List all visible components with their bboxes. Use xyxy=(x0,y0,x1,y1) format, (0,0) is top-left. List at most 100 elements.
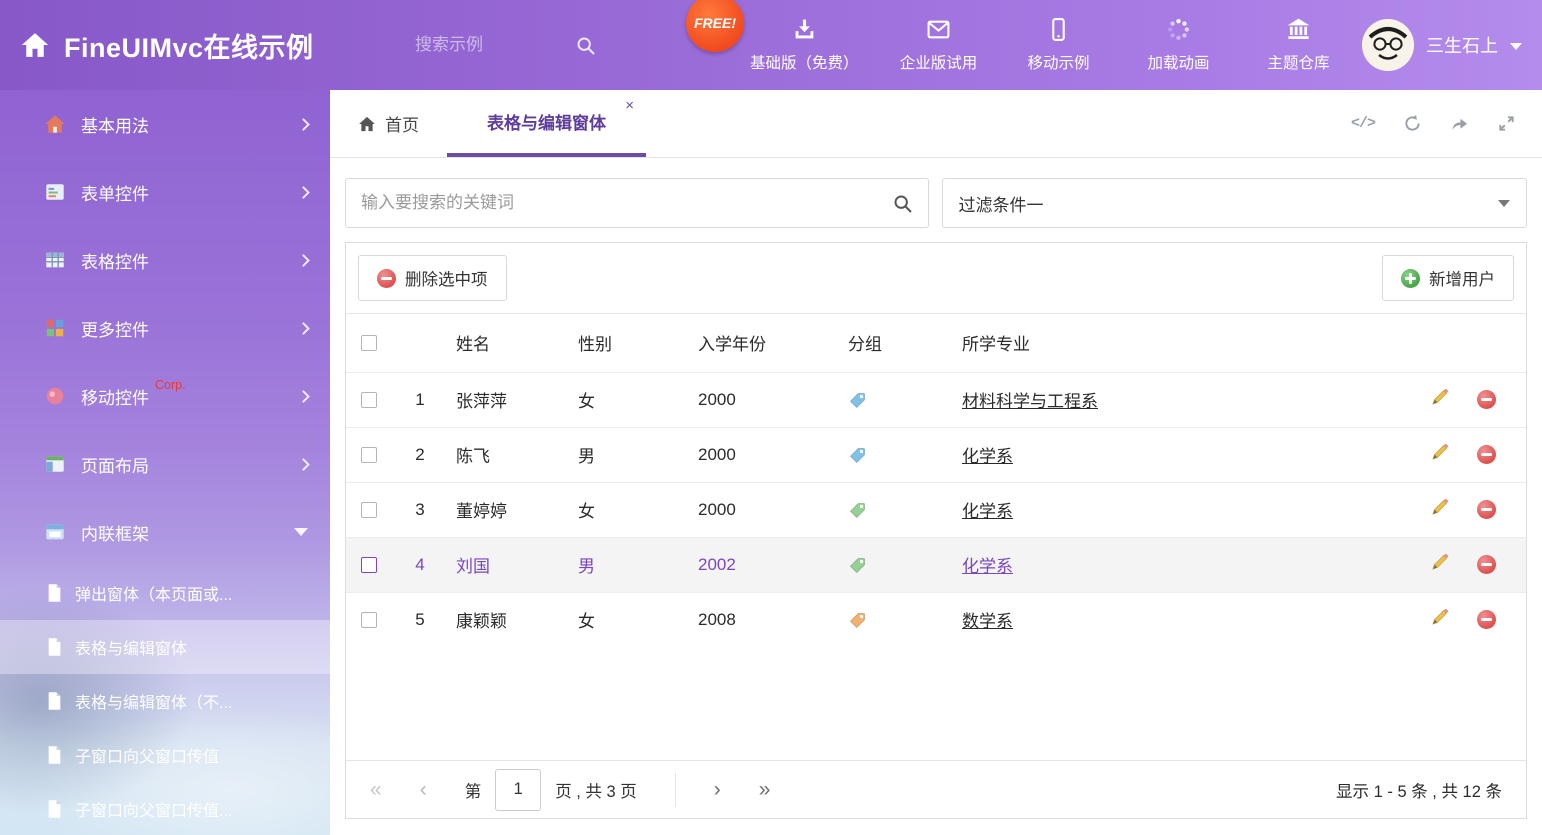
delete-row-icon[interactable] xyxy=(1477,445,1496,464)
major-link[interactable]: 化学系 xyxy=(962,447,1013,466)
file-icon xyxy=(46,799,63,819)
row-checkbox[interactable] xyxy=(361,557,377,573)
sidebar-item-form-controls[interactable]: 表单控件 xyxy=(0,158,330,226)
layout-icon xyxy=(44,453,66,475)
refresh-icon[interactable] xyxy=(1403,114,1422,133)
table-row[interactable]: 4 刘国 男 2002 化学系 xyxy=(346,537,1526,592)
house-icon xyxy=(44,113,66,135)
table-row[interactable]: 3 董婷婷 女 2000 化学系 xyxy=(346,482,1526,537)
last-page-button[interactable]: » xyxy=(759,779,771,800)
sidebar-subitem-grid-edit-window-no[interactable]: 表格与编辑窗体（不... xyxy=(0,674,330,728)
source-code-icon[interactable]: </> xyxy=(1351,115,1375,132)
table-row[interactable]: 1 张萍萍 女 2000 材料科学与工程系 xyxy=(346,372,1526,427)
sidebar-subitem-popup-window[interactable]: 弹出窗体（本页面或... xyxy=(0,566,330,620)
spinner-icon xyxy=(1166,17,1191,42)
delete-row-icon[interactable] xyxy=(1477,610,1496,629)
sidebar-subitem-child-to-parent[interactable]: 子窗口向父窗口传值 xyxy=(0,728,330,782)
tag-icon xyxy=(848,446,867,465)
row-index: 1 xyxy=(398,372,442,427)
tab-grid-edit-window[interactable]: 表格与编辑窗体 × xyxy=(447,90,646,157)
sidebar-item-label: 表单控件 xyxy=(81,180,149,205)
search-icon[interactable] xyxy=(575,35,596,56)
delete-row-icon[interactable] xyxy=(1477,390,1496,409)
col-header-gender: 性别 xyxy=(564,314,684,372)
nav-item-enterprise-trial[interactable]: 企业版试用 xyxy=(891,17,987,73)
close-icon[interactable]: × xyxy=(625,98,634,113)
avatar xyxy=(1362,19,1414,71)
chevron-right-icon xyxy=(297,390,310,403)
delete-selected-label: 删除选中项 xyxy=(405,266,488,290)
sidebar-subitem-label: 表格与编辑窗体 xyxy=(75,635,187,659)
sidebar-subitem-label: 表格与编辑窗体（不... xyxy=(75,689,232,713)
delete-row-icon[interactable] xyxy=(1477,555,1496,574)
fullscreen-icon[interactable] xyxy=(1497,114,1516,133)
grid-toolbar: 删除选中项 新增用户 xyxy=(346,243,1526,314)
next-page-button[interactable]: › xyxy=(714,779,721,800)
edit-icon[interactable] xyxy=(1430,497,1450,522)
first-page-button[interactable]: « xyxy=(370,779,382,800)
row-checkbox[interactable] xyxy=(361,447,377,463)
sidebar-item-inline-frame[interactable]: 内联框架 xyxy=(0,498,330,566)
select-all-checkbox[interactable] xyxy=(361,335,377,351)
share-icon[interactable] xyxy=(1450,114,1469,133)
chevron-right-icon xyxy=(297,458,310,471)
prev-page-button[interactable]: ‹ xyxy=(420,779,427,800)
major-link[interactable]: 化学系 xyxy=(962,502,1013,521)
nav-item-basic-free[interactable]: 基础版（免费） xyxy=(742,17,867,73)
delete-row-icon[interactable] xyxy=(1477,500,1496,519)
table-row[interactable]: 5 康颖颖 女 2008 数学系 xyxy=(346,592,1526,647)
sidebar-subitem-child-to-parent-2[interactable]: 子窗口向父窗口传值... xyxy=(0,782,330,835)
header-search-input[interactable] xyxy=(415,35,575,55)
mobile-icon xyxy=(1046,17,1071,42)
mobile-control-icon xyxy=(44,385,66,407)
sidebar-item-more-controls[interactable]: 更多控件 xyxy=(0,294,330,362)
tag-icon xyxy=(848,556,867,575)
keyword-search-box xyxy=(345,178,929,228)
home-icon xyxy=(358,115,376,133)
cell-year: 2002 xyxy=(684,537,834,592)
edit-icon[interactable] xyxy=(1430,552,1450,577)
user-name: 三生石上 xyxy=(1426,32,1498,58)
tab-tools: </> xyxy=(1351,90,1542,157)
filter-dropdown[interactable]: 过滤条件一 xyxy=(942,178,1528,228)
sidebar-item-label: 更多控件 xyxy=(81,316,149,341)
sidebar-item-basic-usage[interactable]: 基本用法 xyxy=(0,90,330,158)
row-checkbox[interactable] xyxy=(361,502,377,518)
nav-item-loading-animation[interactable]: 加载动画 xyxy=(1131,17,1227,73)
filter-dropdown-value: 过滤条件一 xyxy=(959,191,1044,216)
row-index: 4 xyxy=(398,537,442,592)
row-checkbox[interactable] xyxy=(361,392,377,408)
sidebar-subitem-grid-edit-window[interactable]: 表格与编辑窗体 xyxy=(0,620,330,674)
nav-item-theme-store[interactable]: 主题仓库 xyxy=(1251,17,1347,73)
major-link[interactable]: 数学系 xyxy=(962,612,1013,631)
col-header-index xyxy=(398,314,442,372)
keyword-search-input[interactable] xyxy=(361,193,892,213)
major-link[interactable]: 材料科学与工程系 xyxy=(962,392,1098,411)
tag-icon xyxy=(848,611,867,630)
row-index: 2 xyxy=(398,427,442,482)
row-checkbox[interactable] xyxy=(361,612,377,628)
sidebar-item-page-layout[interactable]: 页面布局 xyxy=(0,430,330,498)
cell-year: 2008 xyxy=(684,592,834,647)
search-icon[interactable] xyxy=(892,193,913,214)
table-row[interactable]: 2 陈飞 男 2000 化学系 xyxy=(346,427,1526,482)
page-number-input[interactable] xyxy=(495,769,541,811)
sidebar-item-label: 基本用法 xyxy=(81,112,149,137)
edit-icon[interactable] xyxy=(1430,387,1450,412)
row-index: 5 xyxy=(398,592,442,647)
nav-item-mobile-demo[interactable]: 移动示例 xyxy=(1011,17,1107,73)
cell-gender: 男 xyxy=(564,537,684,592)
edit-icon[interactable] xyxy=(1430,442,1450,467)
edit-icon[interactable] xyxy=(1430,607,1450,632)
add-user-button[interactable]: 新增用户 xyxy=(1382,255,1514,301)
col-header-year: 入学年份 xyxy=(684,314,834,372)
user-menu[interactable]: 三生石上 xyxy=(1362,19,1542,71)
major-link[interactable]: 化学系 xyxy=(962,557,1013,576)
tab-home[interactable]: 首页 xyxy=(330,90,447,157)
plus-circle-icon xyxy=(1401,269,1420,288)
col-header-name: 姓名 xyxy=(442,314,564,372)
sidebar-item-grid-controls[interactable]: 表格控件 xyxy=(0,226,330,294)
sidebar-item-mobile-controls[interactable]: 移动控件 Corp. xyxy=(0,362,330,430)
tab-active-label: 表格与编辑窗体 xyxy=(487,109,606,134)
delete-selected-button[interactable]: 删除选中项 xyxy=(358,255,507,301)
